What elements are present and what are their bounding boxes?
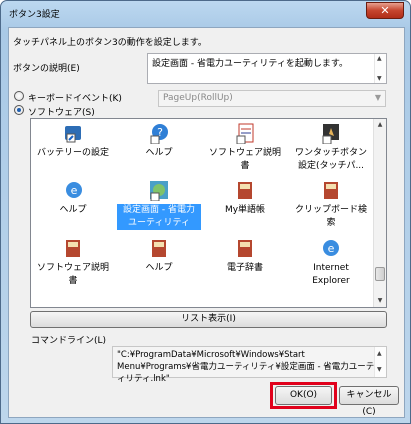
list-item[interactable]: バッテリーの設定 xyxy=(31,122,115,160)
ie-help-icon: e xyxy=(62,179,84,201)
touch-button-settings-icon xyxy=(320,122,342,145)
key-combo-select[interactable]: PageUp(RollUp) ▼ xyxy=(158,90,386,107)
list-item-label: My単語帳 xyxy=(224,205,266,215)
list-item-label: クリップボード検索 xyxy=(294,205,367,228)
scroll-up-icon[interactable]: ▲ xyxy=(377,348,382,360)
dialog-client-area: タッチパネル上のボタン3の動作を設定します。 ボタンの説明(E) 設定画面 - … xyxy=(8,27,405,418)
description-scrollbar[interactable]: ▲ ▼ xyxy=(374,54,386,83)
list-item-label: ヘルプ xyxy=(145,148,173,158)
list-item[interactable]: ? ヘルプ xyxy=(117,122,201,160)
list-item-label: バッテリーの設定 xyxy=(36,148,109,158)
list-item[interactable]: e Internet Explorer xyxy=(289,237,373,288)
svg-text:e: e xyxy=(71,184,78,197)
intro-text: タッチパネル上のボタン3の動作を設定します。 xyxy=(13,38,207,48)
title-bar[interactable]: ボタン3設定 ✕ xyxy=(1,1,410,27)
keyboard-event-label[interactable]: キーボードイベント(K) xyxy=(28,91,122,104)
manual-book-icon xyxy=(62,237,84,259)
window-title: ボタン3設定 xyxy=(9,10,60,20)
list-item-selected[interactable]: 設定画面 - 省電力ユーティリティ xyxy=(117,179,201,230)
close-button[interactable]: ✕ xyxy=(366,2,404,19)
list-item-label: ヘルプ xyxy=(145,263,173,273)
key-combo-value: PageUp(RollUp) xyxy=(163,93,233,103)
dictionary-icon xyxy=(234,237,256,259)
power-utility-icon xyxy=(148,179,170,202)
scroll-thumb[interactable] xyxy=(375,267,385,281)
list-item-label: 電子辞書 xyxy=(226,263,263,273)
dialog-window: ボタン3設定 ✕ タッチパネル上のボタン3の動作を設定します。 ボタンの説明(E… xyxy=(0,0,411,424)
list-item-label: 設定画面 - 省電力ユーティリティ xyxy=(117,204,201,230)
list-item-label: ソフトウェア説明書 xyxy=(208,148,281,171)
list-item[interactable]: ワンタッチボタン設定(タッチパ... xyxy=(289,122,373,173)
list-item[interactable]: ヘルプ xyxy=(117,237,201,275)
description-field[interactable]: 設定画面 - 省電力ユーティリティを起動します。 ▲ ▼ xyxy=(147,53,387,84)
help-shortcut-icon: ? xyxy=(148,122,170,145)
chevron-down-icon: ▼ xyxy=(374,93,381,102)
svg-text:e: e xyxy=(328,242,335,255)
scroll-down-icon[interactable]: ▼ xyxy=(374,295,386,307)
list-scrollbar[interactable]: ▲ ▼ xyxy=(373,119,386,307)
list-item[interactable]: ソフトウェア説明書 xyxy=(203,122,287,173)
battery-shortcut-icon xyxy=(62,122,84,144)
manual-shortcut-icon xyxy=(234,122,256,145)
help-book-icon xyxy=(148,237,170,259)
list-item[interactable]: 電子辞書 xyxy=(203,237,287,275)
scroll-down-icon[interactable]: ▼ xyxy=(377,364,382,376)
list-item[interactable]: My単語帳 xyxy=(203,179,287,217)
software-radio[interactable] xyxy=(14,105,24,115)
description-value: 設定画面 - 省電力ユーティリティを起動します。 xyxy=(152,59,348,69)
list-item[interactable]: ソフトウェア説明書 xyxy=(31,237,115,288)
command-line-value: "C:¥ProgramData¥Microsoft¥Windows¥Start … xyxy=(117,350,375,384)
software-list[interactable]: バッテリーの設定 ? ヘルプ ソフトウェア説明書 ワンタッチボタン設定(タッチパ… xyxy=(30,118,387,308)
command-line-scrollbar[interactable]: ▲ ▼ xyxy=(374,347,386,377)
command-line-field[interactable]: "C:¥ProgramData¥Microsoft¥Windows¥Start … xyxy=(112,346,387,384)
list-item-label: Internet Explorer xyxy=(312,263,350,286)
clipboard-search-icon xyxy=(320,179,342,201)
keyboard-event-radio[interactable] xyxy=(14,91,24,101)
description-label: ボタンの説明(E) xyxy=(13,64,80,74)
list-item-label: ヘルプ xyxy=(59,205,87,215)
internet-explorer-icon: e xyxy=(320,237,342,259)
command-line-label: コマンドライン(L) xyxy=(31,336,107,346)
list-item-label: ソフトウェア説明書 xyxy=(36,263,109,286)
list-view-button[interactable]: リスト表示(I) xyxy=(30,311,387,328)
scroll-up-icon[interactable]: ▲ xyxy=(377,55,382,62)
ok-button[interactable]: OK(O) xyxy=(275,386,332,405)
scroll-down-icon[interactable]: ▼ xyxy=(377,75,382,82)
list-item[interactable]: クリップボード検索 xyxy=(289,179,373,230)
list-item-label: ワンタッチボタン設定(タッチパ... xyxy=(294,148,367,171)
cancel-button[interactable]: キャンセル(C) xyxy=(339,386,399,417)
list-item[interactable]: e ヘルプ xyxy=(31,179,115,217)
software-label[interactable]: ソフトウェア(S) xyxy=(28,105,95,118)
book-icon xyxy=(234,179,256,201)
scroll-up-icon[interactable]: ▲ xyxy=(374,119,386,131)
